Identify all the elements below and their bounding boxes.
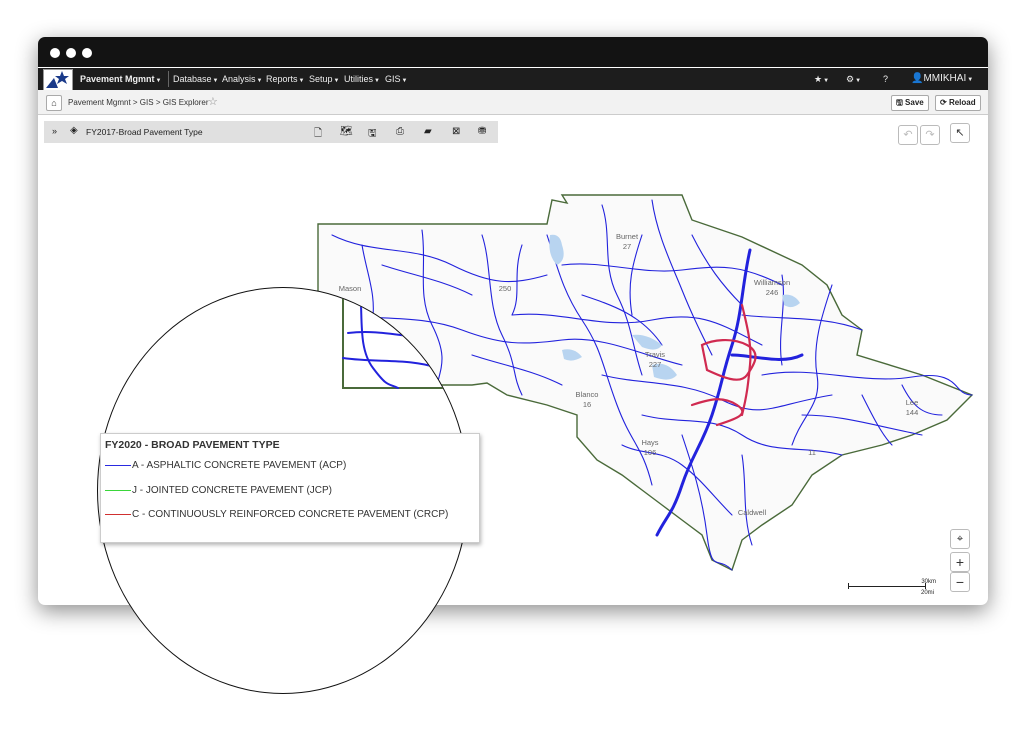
window-dot[interactable] (66, 48, 76, 58)
county-label: Burnet (616, 232, 639, 241)
scale-mi: 20mi (920, 590, 934, 596)
menu-setup[interactable]: Setup▼ (309, 74, 339, 84)
undo-icon[interactable]: ↶ (898, 125, 918, 145)
user-menu[interactable]: 👤MMIKHAI▼ (911, 73, 973, 84)
layers-icon: ◈ (70, 125, 78, 136)
map-svg: Burnet 27 Williamson 246 Travis 227 Blan… (317, 194, 974, 571)
layer-toolbar: » ◈ FY2017-Broad Pavement Type 🗋 🗺 🖫 ⎙ ▰… (44, 121, 498, 143)
grid-icon[interactable]: ⊠ (452, 126, 460, 137)
save-button[interactable]: 🖫 Save (891, 95, 929, 111)
county-label: 106 (644, 448, 657, 457)
nav-divider (168, 71, 169, 87)
map-canvas[interactable]: Burnet 27 Williamson 246 Travis 227 Blan… (42, 115, 984, 601)
star-icon[interactable]: ★▼ (814, 74, 829, 85)
home-icon[interactable]: ⌂ (46, 95, 62, 111)
county-label: Caldwell (738, 508, 767, 517)
user-icon: 👤 (911, 73, 924, 84)
users-icon[interactable]: ⛃ (478, 126, 486, 137)
map-icon[interactable]: 🗺 (340, 126, 353, 137)
breadcrumb: Pavement Mgmnt > GIS > GIS Explorer (68, 98, 209, 107)
county-label: Blanco (576, 390, 599, 399)
county-label: 27 (623, 242, 631, 251)
county-label: Lee (906, 398, 919, 407)
scale-bar: 30km 20mi (848, 579, 936, 597)
top-navbar: Pavement Mgmnt▼ Database▼ Analysis▼ Repo… (38, 68, 988, 91)
book-icon[interactable]: ▰ (424, 126, 432, 137)
app-window: Pavement Mgmnt▼ Database▼ Analysis▼ Repo… (38, 37, 988, 605)
agency-logo (43, 69, 73, 91)
menu-database[interactable]: Database▼ (173, 74, 218, 84)
new-document-icon[interactable]: 🗋 (314, 126, 322, 143)
window-dot[interactable] (82, 48, 92, 58)
scale-km: 30km (921, 579, 936, 585)
favorite-star-icon[interactable]: ☆ (208, 95, 218, 108)
county-label: 227 (649, 360, 662, 369)
help-icon[interactable]: ? (883, 74, 888, 84)
window-titlebar (38, 37, 988, 67)
zoom-in-button[interactable]: + (950, 552, 970, 572)
window-dot[interactable] (50, 48, 60, 58)
county-label: 11 (808, 448, 816, 457)
menu-utilities[interactable]: Utilities▼ (344, 74, 380, 84)
county-label: 16 (583, 400, 591, 409)
menu-gis[interactable]: GIS▼ (385, 74, 407, 84)
brand-menu[interactable]: Pavement Mgmnt▼ (80, 74, 161, 84)
breadcrumb-bar: ⌂ Pavement Mgmnt > GIS > GIS Explorer ☆ … (38, 90, 988, 115)
menu-analysis[interactable]: Analysis▼ (222, 74, 262, 84)
county-label: Hays (641, 438, 658, 447)
locate-icon[interactable]: ⌖ (950, 529, 970, 549)
collapse-chevron-icon[interactable]: » (52, 126, 57, 136)
reload-button[interactable]: ⟳ Reload (935, 95, 981, 111)
district-boundary (317, 194, 974, 571)
county-label: 246 (766, 288, 779, 297)
select-tool-icon[interactable]: ↖ (950, 123, 970, 143)
layer-name: FY2017-Broad Pavement Type (86, 127, 203, 137)
save-icon[interactable]: 🖫 (368, 126, 377, 143)
zoom-out-button[interactable]: − (950, 572, 970, 592)
county-label: Williamson (754, 278, 790, 287)
county-label: Travis (645, 350, 665, 359)
county-label: Mason (339, 284, 362, 293)
county-label: 250 (499, 284, 512, 293)
print-icon[interactable]: ⎙ (396, 126, 404, 137)
menu-reports[interactable]: Reports▼ (266, 74, 304, 84)
county-label: 144 (906, 408, 919, 417)
redo-icon[interactable]: ↷ (920, 125, 940, 145)
gear-icon[interactable]: ⚙▼ (846, 74, 861, 85)
